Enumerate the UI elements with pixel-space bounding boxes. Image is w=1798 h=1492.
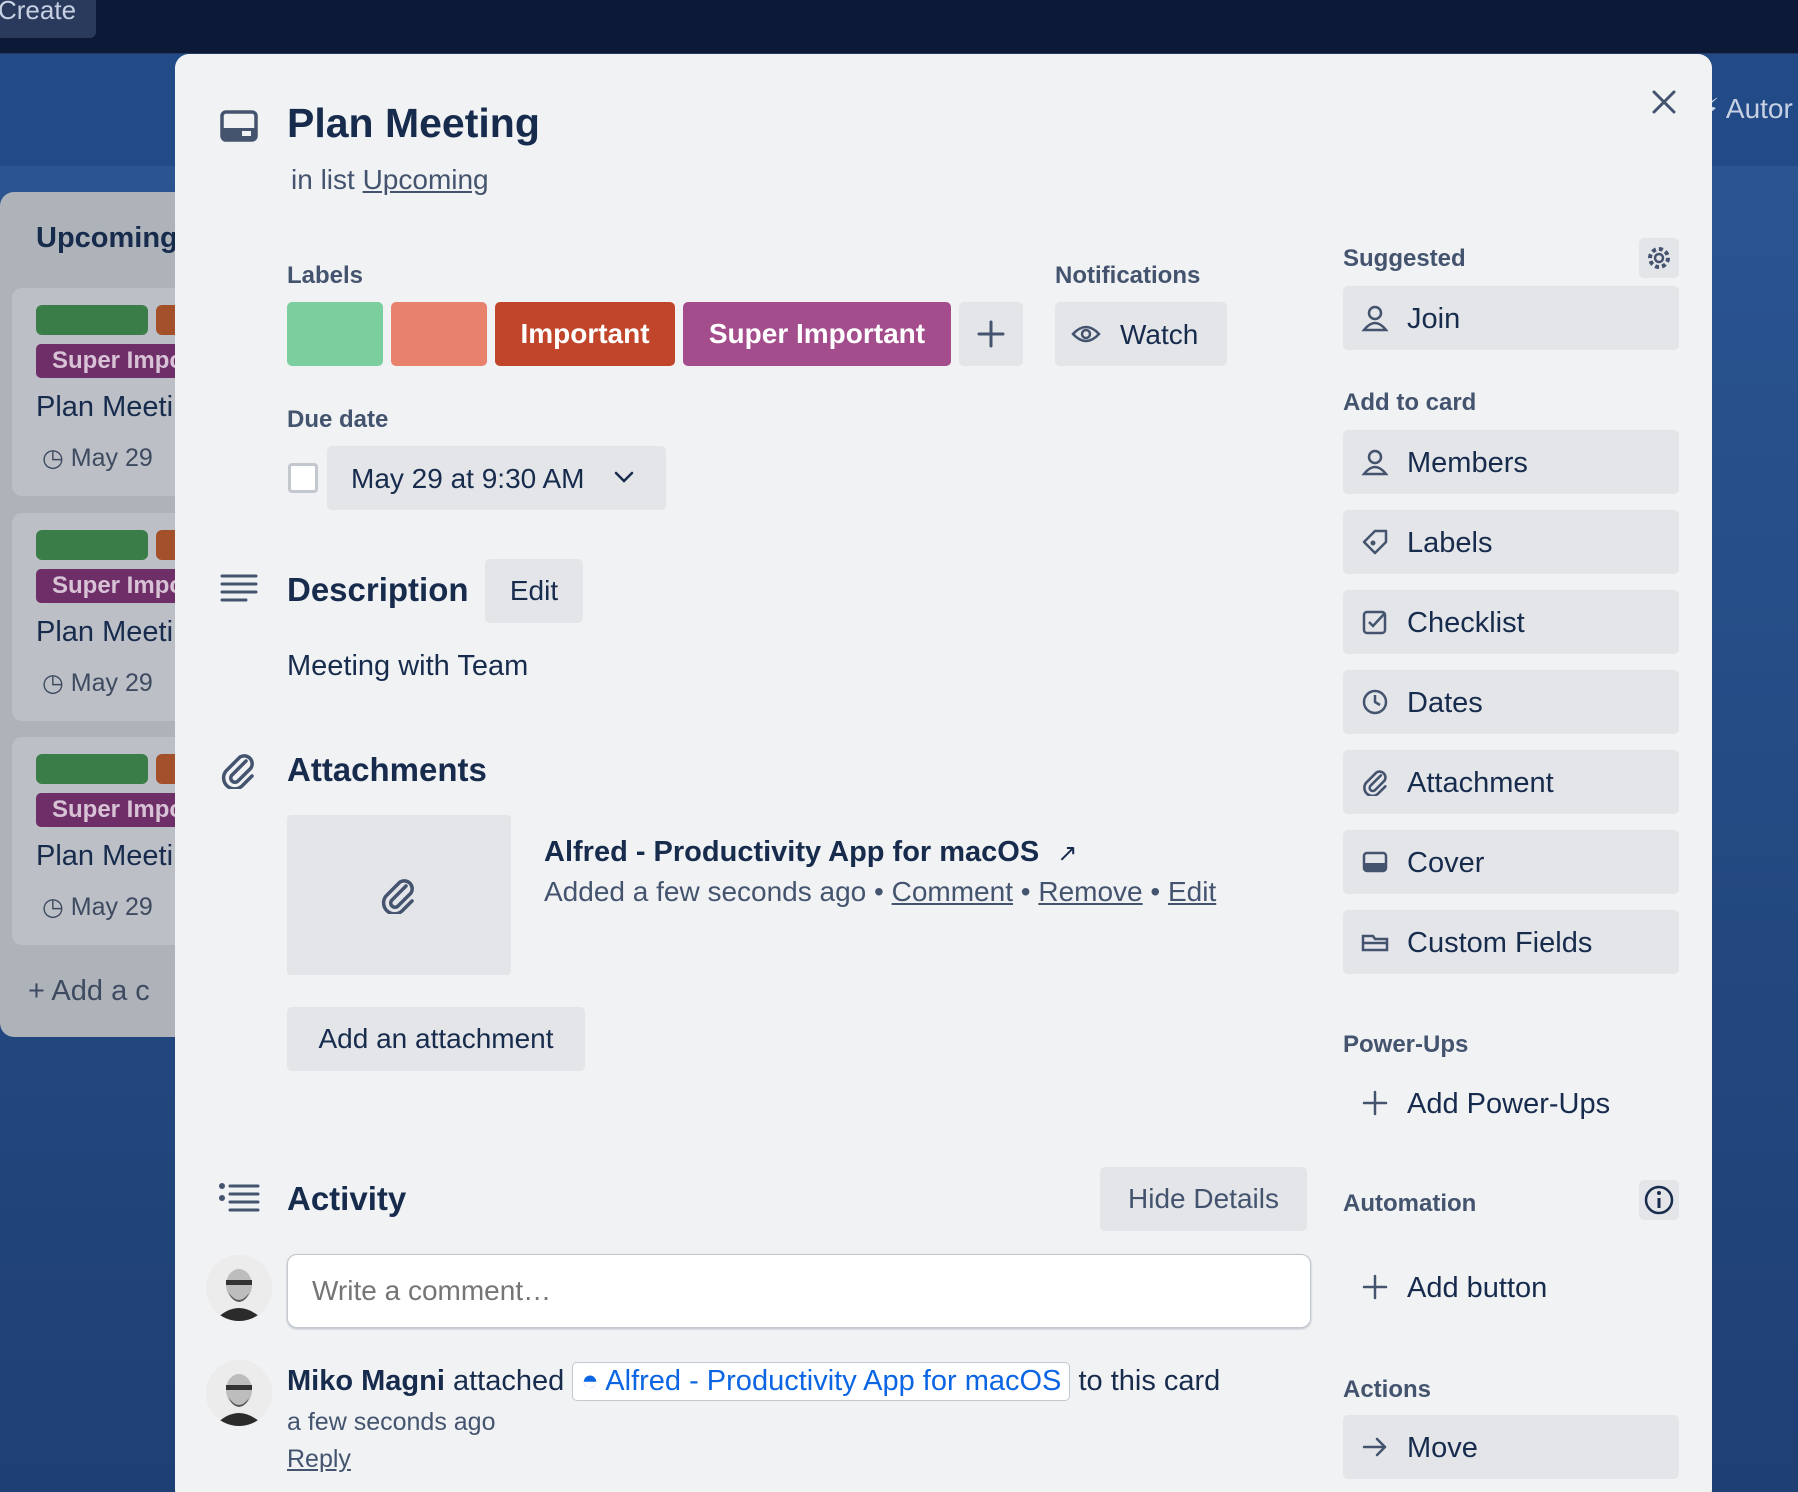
description-heading: Description	[287, 571, 469, 608]
hat-icon: ◓	[581, 1365, 599, 1397]
chevron-down-icon	[613, 469, 635, 485]
background-card-date: ◷ May 29	[42, 444, 153, 472]
gear-icon[interactable]	[1639, 238, 1679, 278]
description-text[interactable]: Meeting with Team	[287, 650, 528, 683]
checkbox-icon	[1361, 608, 1389, 636]
watch-button[interactable]: Watch	[1055, 302, 1227, 366]
arrow-right-icon	[1361, 1433, 1389, 1461]
list-breadcrumb: in list Upcoming	[291, 164, 489, 195]
list-link[interactable]: Upcoming	[363, 164, 489, 195]
powerups-heading: Power-Ups	[1343, 1031, 1469, 1058]
due-date-heading: Due date	[287, 406, 389, 433]
tag-icon	[1361, 528, 1389, 556]
background-card-title: Plan Meeti	[36, 391, 174, 423]
label-super-important[interactable]: Super Important	[683, 302, 951, 366]
plus-icon	[1361, 1273, 1389, 1301]
dates-button[interactable]: Dates	[1343, 670, 1679, 734]
person-icon	[1361, 448, 1389, 476]
custom-fields-button[interactable]: Custom Fields	[1343, 910, 1679, 974]
cover-button[interactable]: Cover	[1343, 830, 1679, 894]
attachment-edit-link[interactable]: Edit	[1168, 876, 1216, 907]
background-card-label	[36, 305, 148, 335]
activity-entry: Miko Magni attached ◓ Alfred - Productiv…	[287, 1362, 1220, 1401]
activity-user[interactable]: Miko Magni	[287, 1365, 445, 1397]
info-icon[interactable]	[1639, 1180, 1679, 1220]
members-button[interactable]: Members	[1343, 430, 1679, 494]
hide-details-button[interactable]: Hide Details	[1100, 1167, 1307, 1231]
add-attachment-button[interactable]: Add an attachment	[287, 1007, 585, 1071]
activity-timestamp[interactable]: a few seconds ago	[287, 1408, 495, 1437]
automation-button[interactable]: ⚡ Autor	[1700, 92, 1793, 125]
paperclip-icon	[380, 876, 416, 914]
labels-button[interactable]: Labels	[1343, 510, 1679, 574]
suggested-heading: Suggested	[1343, 245, 1466, 272]
join-button[interactable]: Join	[1343, 286, 1679, 350]
activity-heading: Activity	[287, 1180, 407, 1217]
eye-icon	[1071, 322, 1101, 346]
top-navigation-bar: Create	[0, 0, 1798, 54]
background-card-date: ◷ May 29	[42, 893, 153, 921]
person-icon	[1361, 304, 1389, 332]
actions-heading: Actions	[1343, 1376, 1432, 1403]
background-card-title: Plan Meeti	[36, 616, 174, 648]
notifications-heading: Notifications	[1055, 262, 1201, 289]
move-button[interactable]: Move	[1343, 1415, 1679, 1479]
add-automation-button[interactable]: Add button	[1343, 1255, 1679, 1319]
attachment-remove-link[interactable]: Remove	[1038, 876, 1142, 907]
attachment-comment-link[interactable]: Comment	[892, 876, 1013, 907]
create-button[interactable]: Create	[0, 0, 96, 38]
plus-icon	[1361, 1089, 1389, 1117]
add-card-button[interactable]: + Add a c	[28, 975, 150, 1008]
add-label-button[interactable]	[959, 302, 1023, 366]
card-icon	[220, 110, 258, 142]
automation-heading: Automation	[1343, 1190, 1477, 1217]
due-date-dropdown[interactable]: May 29 at 9:30 AM	[327, 446, 666, 510]
add-powerups-button[interactable]: Add Power-Ups	[1343, 1071, 1679, 1135]
background-card-title: Plan Meeti	[36, 840, 174, 872]
label-orange[interactable]	[391, 302, 487, 366]
avatar	[206, 1255, 272, 1321]
plus-icon	[977, 320, 1005, 348]
external-link-icon: ↗	[1057, 840, 1078, 867]
attachment-name-link[interactable]: Alfred - Productivity App for macOS ↗	[544, 836, 1077, 869]
background-card-label	[36, 754, 148, 784]
activity-attachment-link[interactable]: ◓ Alfred - Productivity App for macOS	[572, 1362, 1071, 1401]
avatar	[206, 1360, 272, 1426]
attachment-meta: Added a few seconds ago • Comment • Remo…	[544, 876, 1217, 907]
close-icon[interactable]	[1644, 82, 1684, 122]
activity-icon	[218, 1182, 260, 1214]
paperclip-icon	[1361, 768, 1389, 796]
attachment-thumbnail[interactable]	[287, 815, 511, 975]
description-edit-button[interactable]: Edit	[485, 559, 583, 623]
background-card-date: ◷ May 29	[42, 669, 153, 697]
add-to-card-heading: Add to card	[1343, 389, 1477, 416]
checklist-button[interactable]: Checklist	[1343, 590, 1679, 654]
labels-heading: Labels	[287, 262, 364, 289]
background-list-title: Upcoming	[36, 222, 178, 254]
clock-icon	[1361, 688, 1389, 716]
description-icon	[220, 573, 258, 605]
custom-fields-icon	[1361, 928, 1389, 956]
label-important[interactable]: Important	[495, 302, 675, 366]
comment-input[interactable]	[287, 1254, 1311, 1328]
due-date-checkbox[interactable]	[288, 463, 318, 493]
attachment-button[interactable]: Attachment	[1343, 750, 1679, 814]
reply-link[interactable]: Reply	[287, 1445, 351, 1474]
card-title[interactable]: Plan Meeting	[287, 100, 540, 147]
cover-icon	[1361, 848, 1389, 876]
attachments-heading: Attachments	[287, 751, 487, 788]
label-green[interactable]	[287, 302, 383, 366]
background-card-label	[36, 530, 148, 560]
paperclip-icon	[220, 751, 256, 789]
